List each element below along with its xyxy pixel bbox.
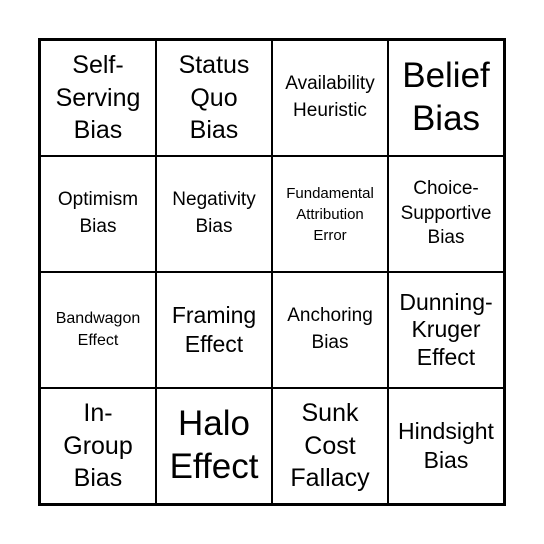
cell-label: Bandwagon Effect <box>55 310 141 349</box>
bingo-cell[interactable]: Anchoring Bias <box>272 272 388 388</box>
cell-label: Negativity Bias <box>172 189 256 237</box>
cell-label: Hindsight Bias <box>398 418 494 473</box>
bingo-cell[interactable]: Belief Bias <box>388 40 504 156</box>
cell-label: Status Quo Bias <box>178 51 250 145</box>
bingo-grid: Self- Serving Bias Status Quo Bias Avail… <box>38 38 506 506</box>
bingo-cell[interactable]: Halo Effect <box>156 388 272 504</box>
bingo-cell[interactable]: Self- Serving Bias <box>40 40 156 156</box>
bingo-cell[interactable]: Sunk Cost Fallacy <box>272 388 388 504</box>
bingo-cell[interactable]: Status Quo Bias <box>156 40 272 156</box>
cell-label: Availability Heuristic <box>285 73 375 121</box>
bingo-cell[interactable]: In- Group Bias <box>40 388 156 504</box>
bingo-cell[interactable]: Choice- Supportive Bias <box>388 156 504 272</box>
bingo-cell[interactable]: Availability Heuristic <box>272 40 388 156</box>
cell-label: In- Group Bias <box>63 399 133 493</box>
bingo-cell[interactable]: Bandwagon Effect <box>40 272 156 388</box>
cell-label: Optimism Bias <box>57 189 139 237</box>
cell-label: Choice- Supportive Bias <box>400 177 492 249</box>
cell-label: Dunning- Kruger Effect <box>399 288 493 370</box>
bingo-cell[interactable]: Negativity Bias <box>156 156 272 272</box>
cell-label: Anchoring Bias <box>287 305 373 353</box>
cell-label: Framing Effect <box>171 302 257 357</box>
cell-label: Belief Bias <box>402 56 490 138</box>
bingo-cell[interactable]: Framing Effect <box>156 272 272 388</box>
bingo-cell[interactable]: Dunning- Kruger Effect <box>388 272 504 388</box>
cell-label: Sunk Cost Fallacy <box>290 399 370 493</box>
cell-label: Self- Serving Bias <box>55 51 141 145</box>
cell-label: Fundamental Attribution Error <box>286 184 374 244</box>
bingo-cell[interactable]: Hindsight Bias <box>388 388 504 504</box>
cell-label: Halo Effect <box>169 404 259 486</box>
bingo-cell[interactable]: Optimism Bias <box>40 156 156 272</box>
bingo-cell[interactable]: Fundamental Attribution Error <box>272 156 388 272</box>
